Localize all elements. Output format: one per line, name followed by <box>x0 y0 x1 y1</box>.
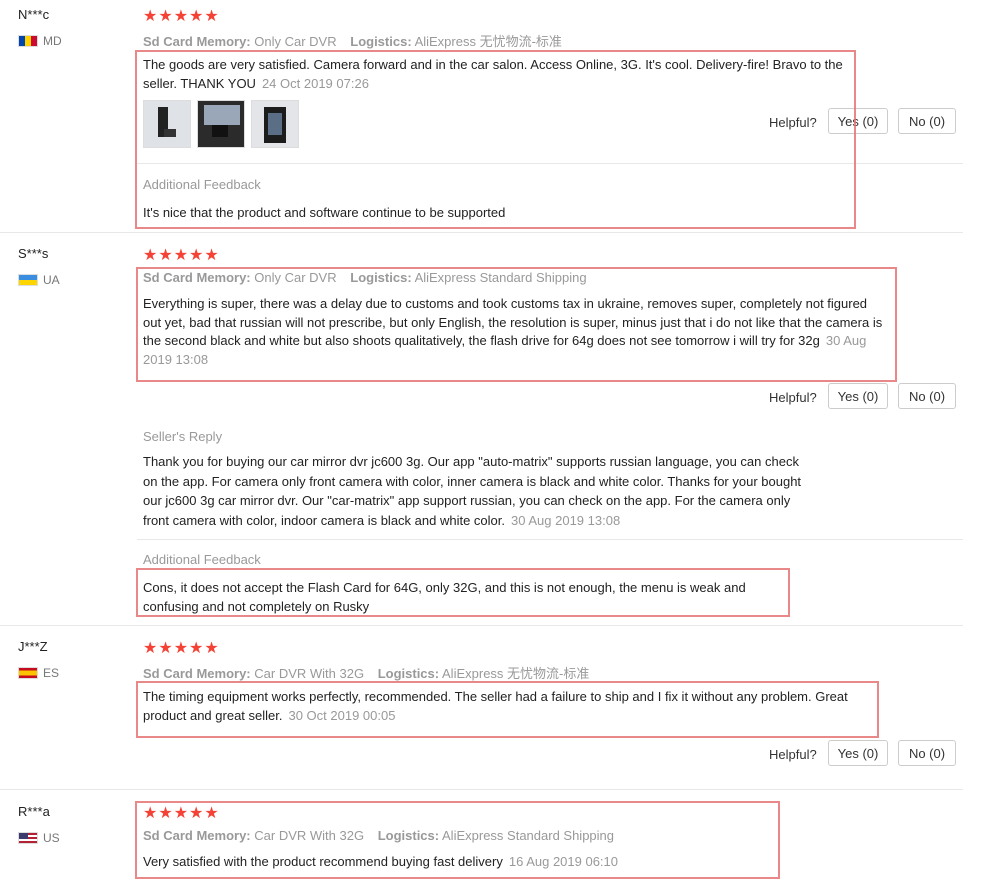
review-divider <box>0 789 963 790</box>
reviewer-name: J***Z <box>18 639 48 654</box>
reviewer-country: ES <box>18 666 59 680</box>
reviewer-country: MD <box>18 34 62 48</box>
seller-reply-text: Thank you for buying our car mirror dvr … <box>143 454 802 528</box>
helpful-no-button[interactable]: No (0) <box>898 383 956 409</box>
review-divider <box>0 232 963 233</box>
country-code: UA <box>43 273 60 287</box>
reply-date: 30 Aug 2019 13:08 <box>511 512 621 528</box>
flag-es-icon <box>18 667 38 679</box>
highlight-box <box>136 568 790 617</box>
divider <box>137 539 963 540</box>
flag-us-icon <box>18 832 38 844</box>
helpful-label: Helpful? <box>769 747 817 762</box>
flag-ua-icon <box>18 274 38 286</box>
reviewer-name: R***a <box>18 804 50 819</box>
reviewer-country: US <box>18 831 60 845</box>
highlight-box <box>136 267 897 382</box>
reviewer-name: S***s <box>18 246 49 261</box>
review-meta: Sd Card Memory: Only Car DVR Logistics: … <box>143 34 562 49</box>
rating-stars: ★★★★★ <box>143 640 220 657</box>
seller-reply-label: Seller's Reply <box>143 429 223 444</box>
flag-md-icon <box>18 35 38 47</box>
highlight-box <box>136 681 879 738</box>
reviewer-country: UA <box>18 273 60 287</box>
rating-stars: ★★★★★ <box>143 8 220 25</box>
helpful-label: Helpful? <box>769 390 817 405</box>
country-code: MD <box>43 34 62 48</box>
helpful-no-button[interactable]: No (0) <box>898 740 956 766</box>
highlight-box <box>135 801 780 879</box>
helpful-no-button[interactable]: No (0) <box>898 108 956 134</box>
helpful-yes-button[interactable]: Yes (0) <box>828 740 888 766</box>
review-meta: Sd Card Memory: Car DVR With 32G Logisti… <box>143 666 590 681</box>
reviewer-name: N***c <box>18 7 50 22</box>
review-divider <box>0 625 963 626</box>
country-code: ES <box>43 666 60 680</box>
helpful-yes-button[interactable]: Yes (0) <box>828 383 888 409</box>
country-code: US <box>43 831 60 845</box>
highlight-box <box>135 50 856 229</box>
rating-stars: ★★★★★ <box>143 247 220 264</box>
additional-feedback-label: Additional Feedback <box>143 552 261 567</box>
